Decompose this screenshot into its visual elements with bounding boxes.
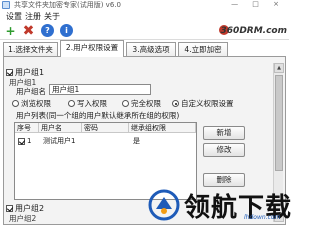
menu-settings[interactable]: 设置 bbox=[6, 11, 22, 22]
tab-encrypt-now[interactable]: 4.立即加密 bbox=[178, 42, 228, 57]
add-user-button[interactable]: 新增 bbox=[203, 126, 245, 140]
group2-header-label: 用户组2 bbox=[15, 203, 45, 213]
radio-full-label: 完全权限 bbox=[131, 99, 161, 108]
radio-custom-label: 自定义权限设置 bbox=[181, 99, 234, 108]
menu-bar: 设置 注册 关于 bbox=[0, 11, 289, 22]
user-list-caption: 用户列表(同一个组的用户默认继承所在组的权限) bbox=[16, 111, 180, 120]
scroll-thumb[interactable] bbox=[275, 75, 283, 171]
remove-icon[interactable]: ✖ bbox=[22, 23, 35, 39]
col-password: 密码 bbox=[82, 123, 129, 133]
group-name-input[interactable]: 用户组1 bbox=[49, 84, 151, 95]
watermark: 领航下载 lhdown.com bbox=[148, 186, 291, 226]
title-bar: 共享文件夹加密专家(试用版) v6.0 — □ × bbox=[0, 0, 289, 11]
group2-title: 用户组2 bbox=[9, 214, 37, 223]
radio-browse-indicator bbox=[12, 100, 19, 107]
edit-user-button[interactable]: 修改 bbox=[203, 143, 245, 157]
row-select-cell[interactable]: 1 bbox=[18, 136, 31, 146]
help-icon[interactable]: ? bbox=[41, 24, 54, 37]
col-inherit: 继承组权限 bbox=[129, 123, 196, 133]
watermark-logo-icon bbox=[148, 189, 180, 221]
group1-header-label: 用户组1 bbox=[15, 67, 45, 77]
col-username: 用户名 bbox=[39, 123, 82, 133]
tab-select-folder[interactable]: 1.选择文件夹 bbox=[3, 42, 58, 57]
info-icon[interactable]: i bbox=[60, 24, 73, 37]
window-title: 共享文件夹加密专家(试用版) v6.0 bbox=[14, 1, 121, 9]
tab-strip: 1.选择文件夹 2.用户权限设置 3.高级选项 4.立即加密 bbox=[3, 40, 286, 57]
scroll-up-icon[interactable]: ▲ bbox=[274, 63, 284, 73]
radio-write-label: 写入权限 bbox=[77, 99, 107, 108]
radio-write-permission[interactable]: 写入权限 bbox=[68, 98, 107, 109]
radio-custom-indicator bbox=[172, 100, 179, 107]
tab-advanced-options[interactable]: 3.高级选项 bbox=[126, 42, 176, 57]
app-icon bbox=[2, 1, 10, 9]
tab-user-permissions[interactable]: 2.用户权限设置 bbox=[60, 40, 124, 57]
brand-text: 360DRM.com bbox=[220, 26, 287, 36]
radio-write-indicator bbox=[68, 100, 75, 107]
radio-browse-permission[interactable]: 浏览权限 bbox=[12, 98, 51, 109]
delete-user-button[interactable]: 删除 bbox=[203, 173, 245, 187]
radio-full-permission[interactable]: 完全权限 bbox=[122, 98, 161, 109]
row-username: 测试用户1 bbox=[43, 137, 76, 145]
menu-about[interactable]: 关于 bbox=[44, 11, 60, 22]
radio-custom-permission[interactable]: 自定义权限设置 bbox=[172, 98, 234, 109]
menu-register[interactable]: 注册 bbox=[25, 11, 41, 22]
radio-full-indicator bbox=[122, 100, 129, 107]
group1-toggle[interactable]: 用户组1 bbox=[6, 67, 44, 77]
group-name-label: 用户组名 bbox=[16, 87, 46, 96]
permission-options: 浏览权限 写入权限 完全权限 自定义权限设置 bbox=[12, 98, 262, 108]
add-icon[interactable]: + bbox=[4, 24, 17, 38]
watermark-subtext: lhdown.com bbox=[244, 214, 281, 221]
row-checkbox[interactable] bbox=[18, 137, 25, 145]
radio-browse-label: 浏览权限 bbox=[21, 99, 51, 108]
group2-toggle[interactable]: 用户组2 bbox=[6, 203, 44, 213]
group2-checkbox[interactable] bbox=[6, 204, 13, 212]
group1-checkbox[interactable] bbox=[6, 68, 13, 76]
window-controls[interactable]: — □ × bbox=[231, 0, 285, 8]
row-inherit: 是 bbox=[133, 137, 140, 145]
col-index: 序号 bbox=[15, 123, 39, 133]
row-index: 1 bbox=[27, 137, 32, 145]
